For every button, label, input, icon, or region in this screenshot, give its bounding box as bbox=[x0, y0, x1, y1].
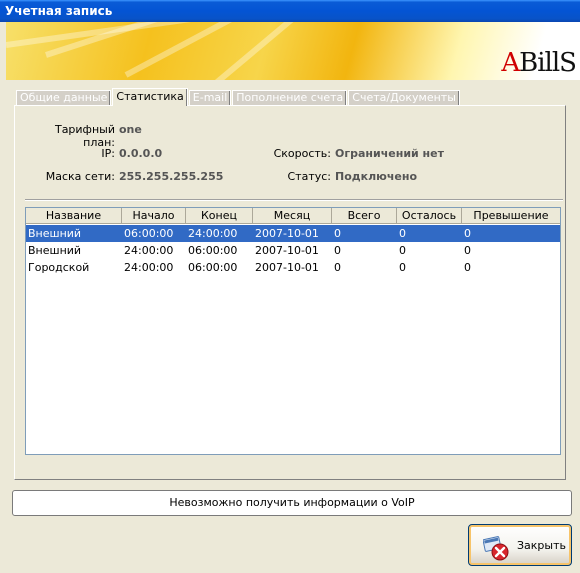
cell: Городской bbox=[28, 261, 90, 274]
col-start[interactable]: Начало bbox=[122, 208, 186, 224]
cell: Внешний bbox=[28, 244, 82, 257]
tariff-value: one bbox=[119, 123, 142, 136]
traffic-table[interactable]: Название Начало Конец Месяц Всего Остало… bbox=[25, 207, 561, 455]
cell: 0 bbox=[464, 244, 471, 257]
speed-label: Скорость: bbox=[273, 147, 331, 160]
close-button-label: Закрыть bbox=[517, 539, 566, 552]
col-end[interactable]: Конец bbox=[186, 208, 253, 224]
divider bbox=[25, 199, 563, 201]
cell: Внешний bbox=[28, 227, 82, 240]
cell: 0 bbox=[334, 227, 341, 240]
close-icon bbox=[482, 535, 509, 561]
table-row[interactable]: Городской 24:00:00 06:00:00 2007-10-01 0… bbox=[26, 259, 560, 276]
tab-general[interactable]: Общие данные bbox=[16, 90, 112, 106]
cell: 0 bbox=[399, 261, 406, 274]
tab-payment[interactable]: Пополнение счета bbox=[232, 90, 348, 106]
header-banner: ABillS bbox=[6, 22, 580, 80]
tariff-label: Тарифный план: bbox=[54, 123, 115, 149]
tab-email[interactable]: E-mail bbox=[188, 90, 232, 106]
cell: 2007-10-01 bbox=[255, 244, 319, 257]
cell: 24:00:00 bbox=[188, 227, 238, 240]
col-total[interactable]: Всего bbox=[332, 208, 397, 224]
status-label: Статус: bbox=[287, 170, 331, 183]
close-button[interactable]: Закрыть bbox=[468, 524, 572, 566]
tab-documents[interactable]: Счета/Документы bbox=[348, 90, 460, 106]
table-row[interactable]: Внешний 24:00:00 06:00:00 2007-10-01 0 0… bbox=[26, 242, 560, 259]
speed-value: Ограничений нет bbox=[335, 147, 444, 160]
cell: 0 bbox=[399, 244, 406, 257]
cell: 06:00:00 bbox=[188, 261, 238, 274]
abills-logo: ABillS bbox=[501, 48, 577, 78]
tab-bar: Общие данные Статистика E-mail Пополнени… bbox=[16, 88, 461, 106]
cell: 0 bbox=[334, 261, 341, 274]
ip-value: 0.0.0.0 bbox=[119, 147, 163, 160]
cell: 0 bbox=[334, 244, 341, 257]
col-excess[interactable]: Превышение bbox=[462, 208, 560, 224]
tab-statistics[interactable]: Статистика bbox=[112, 88, 188, 106]
ip-label: IP: bbox=[101, 147, 115, 160]
cell: 2007-10-01 bbox=[255, 227, 319, 240]
cell: 06:00:00 bbox=[188, 244, 238, 257]
cell: 24:00:00 bbox=[124, 244, 174, 257]
main-panel: Общие данные Статистика E-mail Пополнени… bbox=[6, 80, 580, 485]
voip-status-bar: Невозможно получить информации о VoIP bbox=[12, 490, 572, 516]
cell: 0 bbox=[464, 261, 471, 274]
cell: 0 bbox=[399, 227, 406, 240]
cell: 06:00:00 bbox=[124, 227, 174, 240]
cell: 24:00:00 bbox=[124, 261, 174, 274]
cell: 0 bbox=[464, 227, 471, 240]
table-header: Название Начало Конец Месяц Всего Остало… bbox=[26, 208, 560, 224]
table-row[interactable]: Внешний 06:00:00 24:00:00 2007-10-01 0 0… bbox=[26, 225, 560, 242]
window-title: Учетная запись bbox=[0, 0, 580, 22]
col-month[interactable]: Месяц bbox=[253, 208, 332, 224]
col-name[interactable]: Название bbox=[26, 208, 122, 224]
cell: 2007-10-01 bbox=[255, 261, 319, 274]
mask-value: 255.255.255.255 bbox=[119, 170, 224, 183]
status-value: Подключено bbox=[335, 170, 418, 183]
statistics-page: Тарифный план: one IP: 0.0.0.0 Маска сет… bbox=[14, 105, 566, 480]
mask-label: Маска сети: bbox=[45, 170, 115, 183]
col-remaining[interactable]: Осталось bbox=[397, 208, 462, 224]
